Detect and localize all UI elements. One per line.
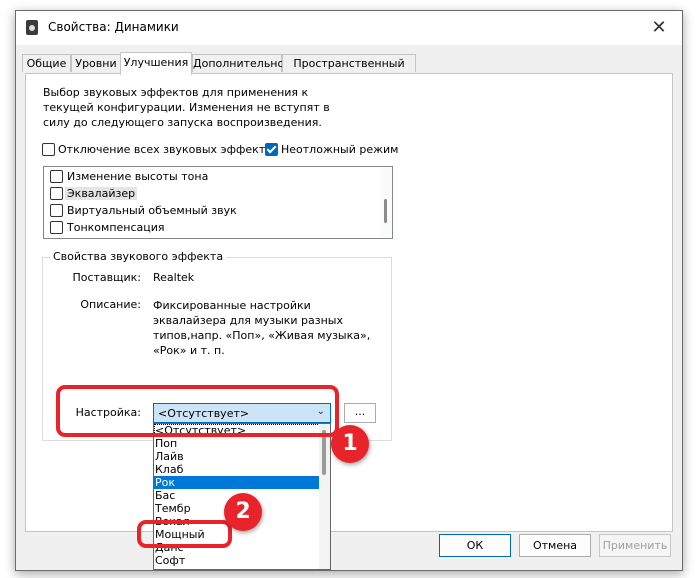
effect-checkbox[interactable] <box>50 221 63 234</box>
description-label: Описание: <box>80 298 141 311</box>
immediate-mode-checkbox[interactable] <box>265 143 278 156</box>
provider-label: Поставщик: <box>72 271 141 284</box>
list-item[interactable]: Эквалайзер <box>44 185 374 202</box>
list-item[interactable]: Виртуальный объемный звук <box>44 202 374 219</box>
dropdown-option[interactable]: Лайв <box>154 450 320 463</box>
apply-button[interactable]: Применить <box>599 534 671 557</box>
annotation-badge-2: 2 <box>224 493 262 531</box>
provider-value: Realtek <box>153 271 195 284</box>
dropdown-option[interactable]: Поп <box>154 437 320 450</box>
scrollbar-thumb[interactable] <box>384 199 387 223</box>
tab-spatial-sound[interactable]: Пространственный звук <box>282 54 416 88</box>
dropdown-scrollbar[interactable] <box>319 424 330 569</box>
title-bar: Свойства: Динамики ✕ <box>16 11 682 45</box>
group-title: Свойства звукового эффекта <box>50 250 227 263</box>
effect-checkbox[interactable] <box>50 170 63 183</box>
speaker-icon <box>26 20 38 35</box>
effect-label: Эквалайзер <box>65 187 138 200</box>
annotation-highlight-option <box>137 520 232 548</box>
immediate-mode-label[interactable]: Неотложный режим <box>281 143 398 156</box>
effect-checkbox[interactable] <box>50 204 63 217</box>
list-item[interactable]: Тонкомпенсация <box>44 219 374 236</box>
disable-all-checkbox[interactable] <box>42 143 55 156</box>
effect-checkbox[interactable] <box>50 187 63 200</box>
effect-label: Изменение высоты тона <box>67 170 209 183</box>
tab-enhancements[interactable]: Улучшения <box>120 52 192 75</box>
annotation-highlight-setting <box>56 385 339 437</box>
list-item[interactable]: Изменение высоты тона <box>44 168 374 185</box>
tab-levels[interactable]: Уровни <box>71 54 121 72</box>
description-value: Фиксированные настройки эквалайзера для … <box>153 299 371 357</box>
effect-label: Виртуальный объемный звук <box>67 204 237 217</box>
more-settings-button[interactable]: ... <box>344 403 376 423</box>
window-title: Свойства: Динамики <box>48 20 179 34</box>
tab-general[interactable]: Общие <box>22 54 71 72</box>
close-button[interactable]: ✕ <box>636 11 682 45</box>
list-scrollbar[interactable] <box>380 167 392 238</box>
tab-strip: Общие Уровни Улучшения Дополнительно Про… <box>20 52 660 88</box>
effect-label: Тонкомпенсация <box>67 221 165 234</box>
annotation-badge-1: 1 <box>331 425 369 463</box>
dropdown-option-highlighted[interactable]: Рок <box>154 476 320 489</box>
ok-button[interactable]: ОК <box>439 534 511 557</box>
enhancements-description: Выбор звуковых эффектов для применения к… <box>43 86 330 129</box>
tab-advanced[interactable]: Дополнительно <box>192 54 284 72</box>
dialog-window: Свойства: Динамики ✕ Общие Уровни Улучше… <box>15 10 683 571</box>
effects-list[interactable]: Изменение высоты тона Эквалайзер Виртуал… <box>43 166 393 239</box>
dropdown-option[interactable]: Софт <box>154 554 320 567</box>
cancel-button[interactable]: Отмена <box>519 534 591 557</box>
dropdown-option[interactable]: Клаб <box>154 463 320 476</box>
disable-all-label[interactable]: Отключение всех звуковых эффектов <box>58 143 278 156</box>
